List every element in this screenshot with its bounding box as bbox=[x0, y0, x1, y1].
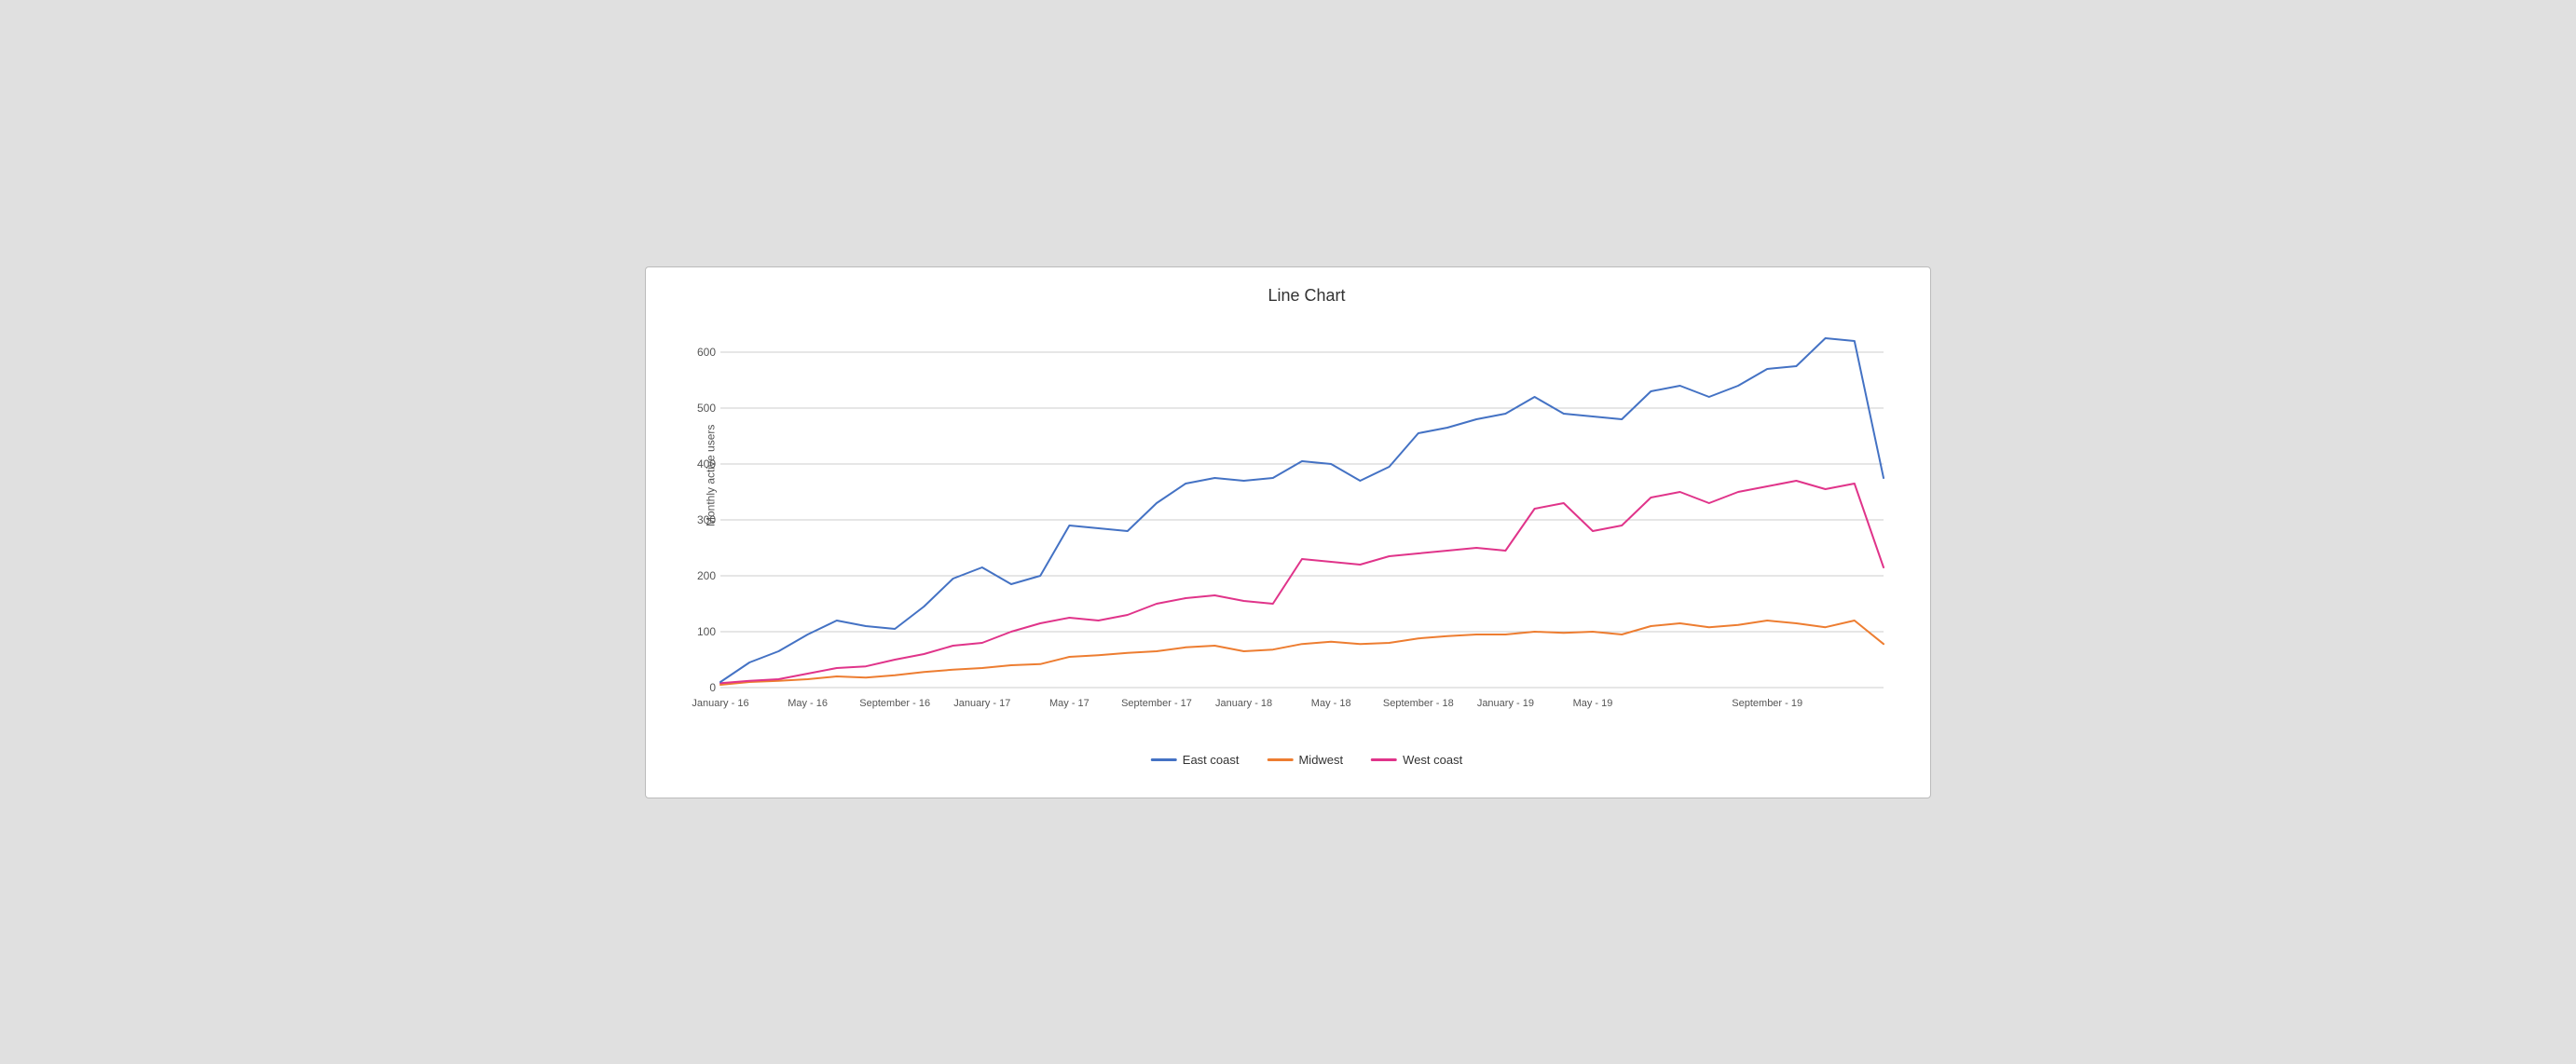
legend-item-east-coast: East coast bbox=[1151, 753, 1240, 767]
svg-text:September - 16: September - 16 bbox=[859, 698, 930, 709]
svg-text:200: 200 bbox=[697, 569, 716, 582]
svg-text:September - 18: September - 18 bbox=[1383, 698, 1454, 709]
chart-svg: 0100200300400500600January - 16May - 16S… bbox=[711, 315, 1902, 725]
legend-line-midwest bbox=[1267, 758, 1293, 761]
legend-line-east-coast bbox=[1151, 758, 1177, 761]
y-axis-label: Monthly active users bbox=[705, 424, 718, 525]
svg-text:0: 0 bbox=[709, 681, 716, 694]
svg-text:May - 16: May - 16 bbox=[788, 698, 828, 709]
legend-label-east-coast: East coast bbox=[1183, 753, 1240, 767]
svg-text:May - 17: May - 17 bbox=[1049, 698, 1089, 709]
svg-text:January - 19: January - 19 bbox=[1477, 698, 1534, 709]
legend-item-west-coast: West coast bbox=[1371, 753, 1462, 767]
chart-title: Line Chart bbox=[711, 286, 1902, 306]
legend-label-midwest: Midwest bbox=[1298, 753, 1343, 767]
svg-text:May - 19: May - 19 bbox=[1573, 698, 1613, 709]
chart-container: Line Chart Monthly active users 01002003… bbox=[645, 266, 1931, 798]
chart-area: Monthly active users 0100200300400500600… bbox=[711, 315, 1902, 725]
svg-text:500: 500 bbox=[697, 402, 716, 415]
svg-text:September - 17: September - 17 bbox=[1121, 698, 1192, 709]
svg-text:January - 16: January - 16 bbox=[692, 698, 748, 709]
legend-line-west-coast bbox=[1371, 758, 1397, 761]
legend-item-midwest: Midwest bbox=[1267, 753, 1343, 767]
svg-text:May - 18: May - 18 bbox=[1311, 698, 1351, 709]
svg-text:January - 17: January - 17 bbox=[953, 698, 1010, 709]
svg-text:January - 18: January - 18 bbox=[1215, 698, 1272, 709]
svg-text:September - 19: September - 19 bbox=[1732, 698, 1802, 709]
legend-label-west-coast: West coast bbox=[1403, 753, 1462, 767]
svg-text:600: 600 bbox=[697, 346, 716, 359]
svg-text:100: 100 bbox=[697, 625, 716, 638]
chart-legend: East coast Midwest West coast bbox=[1151, 753, 1462, 767]
